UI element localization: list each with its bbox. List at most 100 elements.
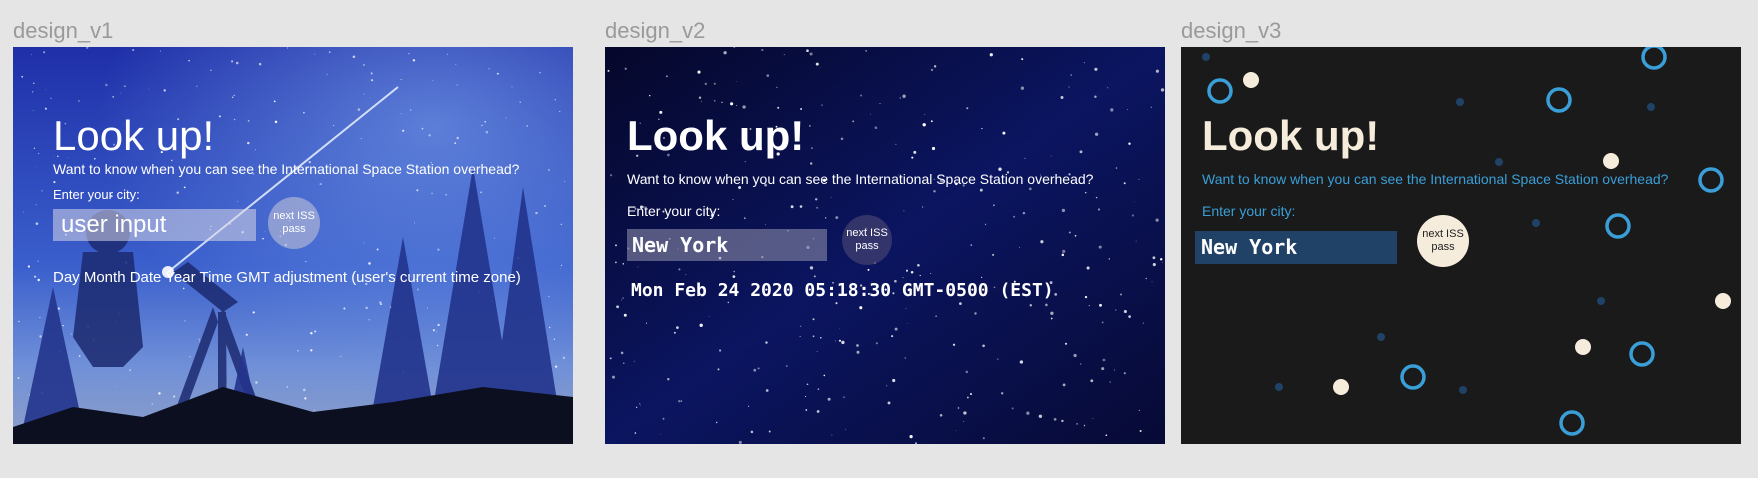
star bbox=[548, 296, 550, 298]
star bbox=[553, 338, 556, 340]
star bbox=[22, 211, 24, 213]
star bbox=[665, 75, 668, 78]
star bbox=[1138, 178, 1140, 180]
star bbox=[37, 260, 39, 262]
star bbox=[1138, 409, 1140, 411]
star bbox=[363, 93, 365, 95]
star bbox=[933, 190, 936, 193]
star bbox=[363, 242, 365, 244]
star bbox=[831, 434, 833, 436]
star bbox=[957, 407, 960, 409]
star bbox=[732, 199, 734, 201]
next-iss-pass-button[interactable]: next ISS pass bbox=[268, 197, 320, 249]
star bbox=[1097, 208, 1101, 211]
frame-label-v3[interactable]: design_v3 bbox=[1181, 18, 1281, 44]
star bbox=[1074, 234, 1077, 237]
star bbox=[1090, 379, 1094, 383]
star bbox=[410, 109, 412, 111]
star bbox=[1128, 315, 1131, 318]
star bbox=[742, 105, 746, 109]
star bbox=[199, 340, 201, 342]
star bbox=[812, 335, 815, 338]
star bbox=[163, 89, 166, 92]
city-input[interactable]: New York bbox=[627, 229, 827, 261]
star bbox=[809, 52, 813, 56]
star bbox=[813, 275, 816, 278]
star bbox=[379, 301, 382, 304]
star bbox=[1060, 96, 1064, 99]
star bbox=[744, 161, 746, 163]
star bbox=[1026, 411, 1030, 415]
star bbox=[357, 108, 361, 111]
star bbox=[633, 360, 635, 362]
star bbox=[1109, 381, 1111, 383]
star bbox=[723, 51, 727, 55]
star bbox=[245, 333, 249, 337]
star bbox=[1001, 392, 1004, 395]
frame-design-v3[interactable]: Look up! Want to know when you can see t… bbox=[1181, 47, 1741, 444]
star bbox=[1083, 62, 1085, 64]
star bbox=[258, 62, 262, 66]
star bbox=[1155, 69, 1159, 73]
frame-label-v2[interactable]: design_v2 bbox=[605, 18, 705, 44]
star bbox=[196, 85, 198, 87]
star bbox=[736, 81, 737, 82]
star bbox=[262, 237, 264, 240]
star bbox=[189, 355, 191, 358]
frame-label-v1[interactable]: design_v1 bbox=[13, 18, 113, 44]
star bbox=[78, 100, 80, 102]
star bbox=[402, 129, 405, 132]
star bbox=[660, 433, 661, 435]
city-input[interactable]: New York bbox=[1195, 231, 1397, 264]
star bbox=[494, 237, 496, 239]
star bbox=[1101, 321, 1104, 324]
star bbox=[812, 318, 815, 321]
star bbox=[894, 327, 898, 331]
star bbox=[1061, 419, 1064, 423]
star bbox=[27, 265, 30, 268]
star bbox=[286, 386, 289, 388]
star bbox=[1062, 383, 1066, 387]
star bbox=[680, 400, 683, 402]
star bbox=[360, 138, 362, 140]
star bbox=[676, 326, 679, 329]
star bbox=[1113, 369, 1116, 371]
star bbox=[856, 350, 860, 354]
star bbox=[519, 101, 521, 103]
next-iss-pass-button[interactable]: next ISS pass bbox=[1417, 215, 1469, 267]
star bbox=[727, 301, 730, 304]
star bbox=[757, 367, 760, 370]
star bbox=[148, 88, 149, 90]
star bbox=[662, 417, 665, 420]
star bbox=[902, 277, 904, 279]
star bbox=[809, 266, 814, 270]
star bbox=[456, 84, 458, 86]
star bbox=[39, 335, 42, 338]
star bbox=[989, 53, 993, 57]
star bbox=[1102, 358, 1106, 362]
star bbox=[721, 101, 723, 104]
star bbox=[966, 396, 969, 399]
star bbox=[481, 124, 483, 127]
star bbox=[830, 196, 832, 198]
star bbox=[370, 72, 373, 75]
star bbox=[33, 147, 36, 149]
frame-design-v2[interactable]: Look up! Want to know when you can see t… bbox=[605, 47, 1165, 444]
star bbox=[634, 432, 637, 434]
next-iss-pass-button[interactable]: next ISS pass bbox=[842, 215, 892, 265]
star bbox=[233, 118, 236, 121]
star bbox=[182, 287, 185, 290]
city-input[interactable]: user input bbox=[53, 209, 256, 241]
star bbox=[1061, 208, 1066, 213]
star bbox=[982, 437, 985, 440]
star bbox=[875, 342, 878, 345]
star bbox=[549, 326, 551, 329]
star bbox=[615, 261, 617, 264]
star bbox=[768, 430, 771, 433]
frame-design-v1[interactable]: Look up! Want to know when you can see t… bbox=[13, 47, 573, 444]
star bbox=[41, 190, 43, 192]
star bbox=[810, 162, 813, 165]
star bbox=[511, 86, 513, 88]
star bbox=[116, 387, 118, 388]
star bbox=[1054, 292, 1058, 296]
